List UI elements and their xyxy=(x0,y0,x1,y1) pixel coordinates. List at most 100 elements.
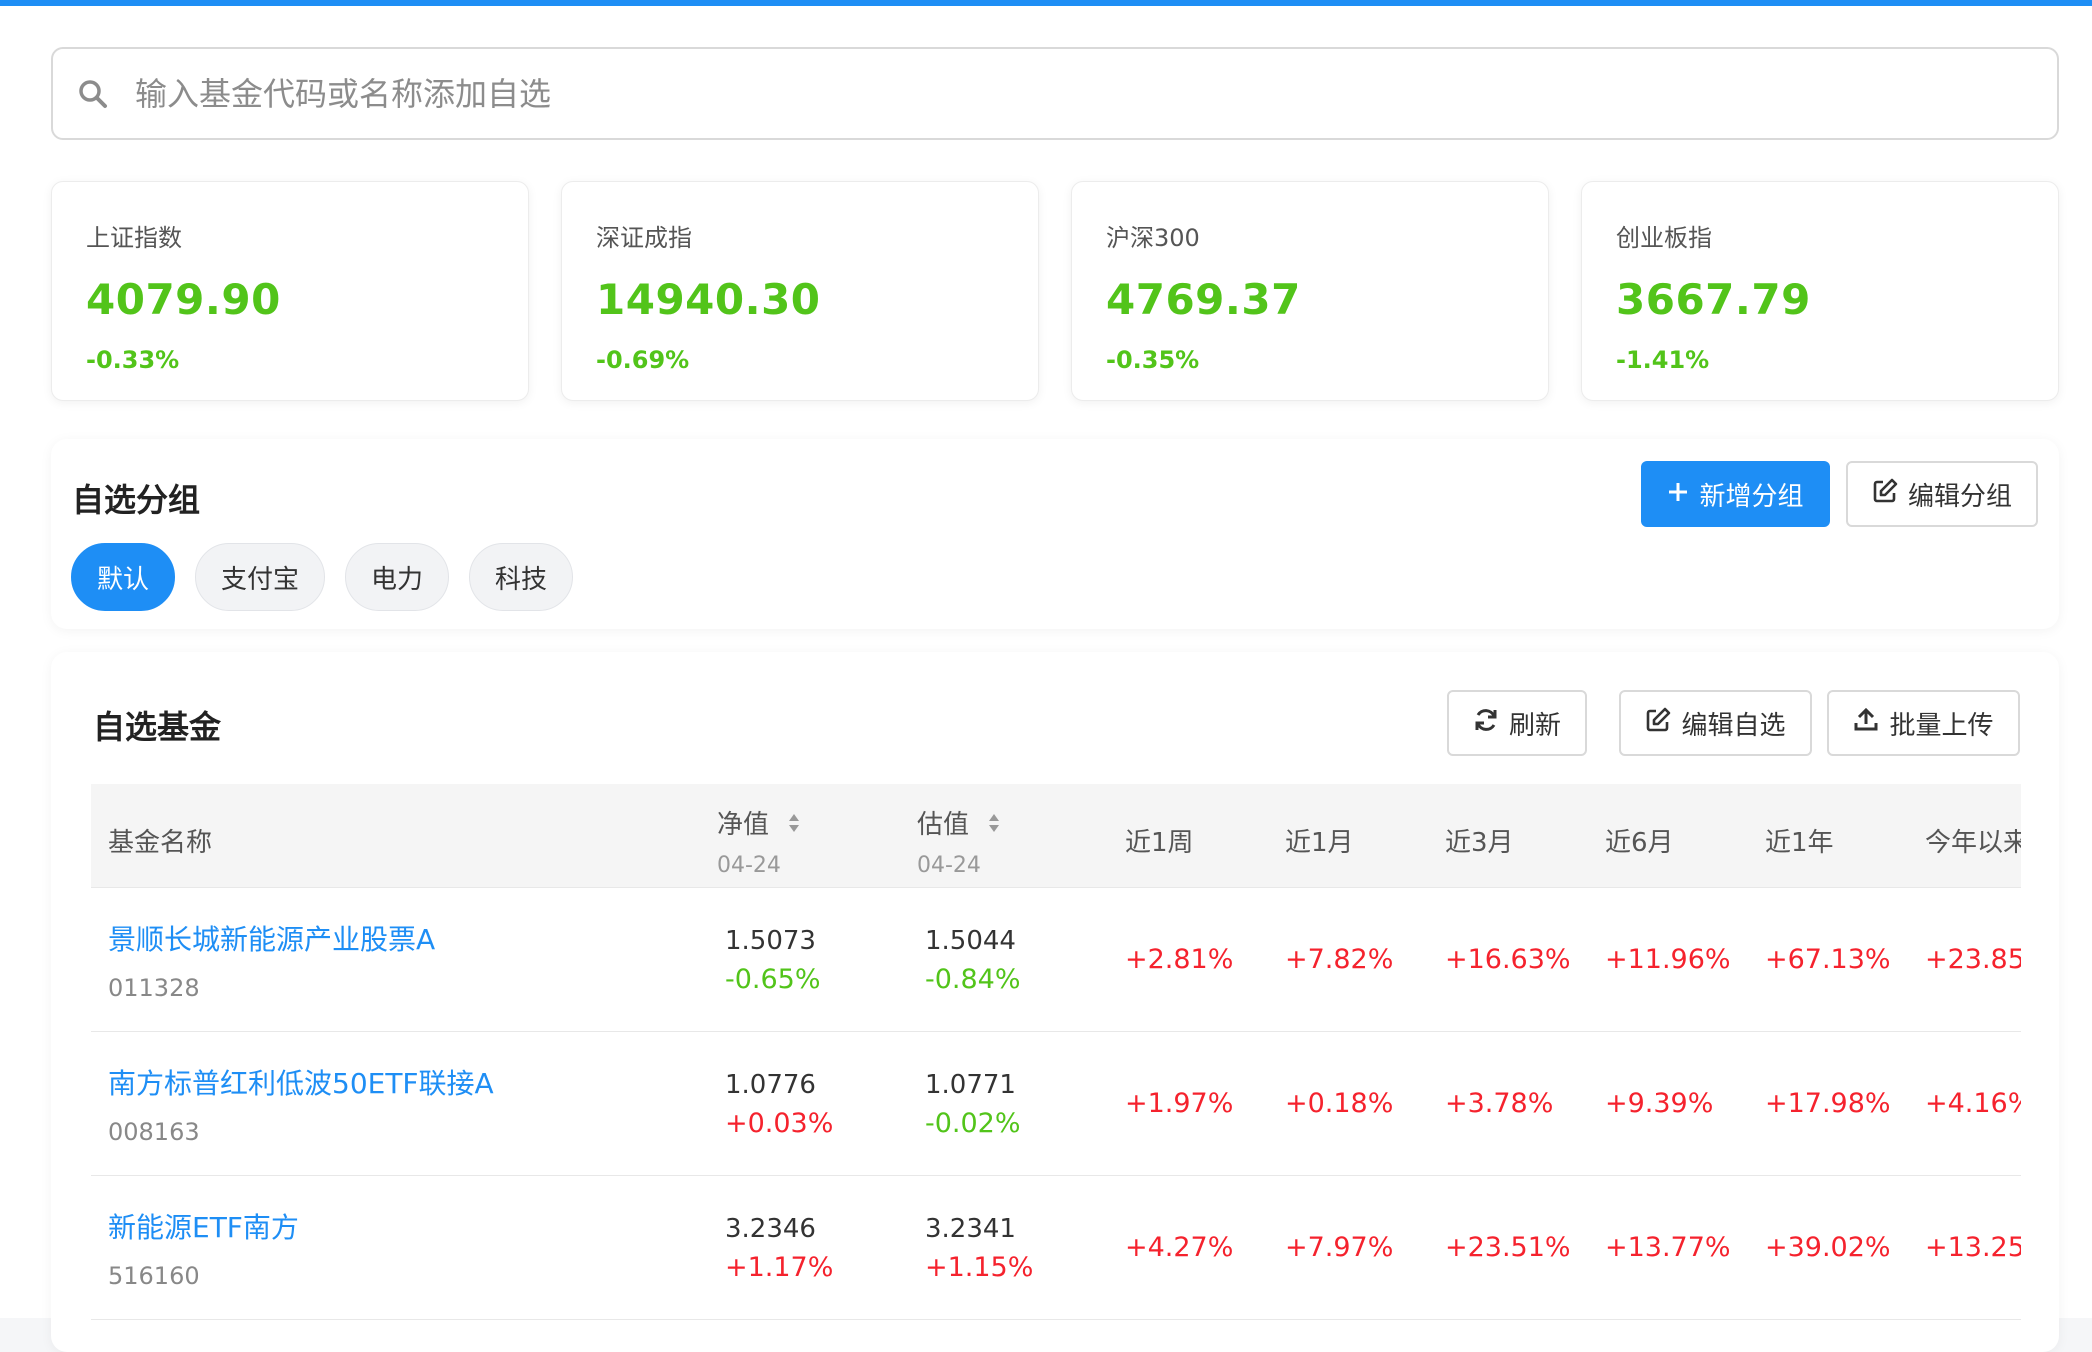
index-value: 14940.30 xyxy=(596,275,821,324)
col-1y: 近1年 xyxy=(1765,828,1834,858)
search-icon xyxy=(73,74,113,114)
fund-panel-title: 自选基金 xyxy=(93,708,222,746)
fund-table: 基金名称 净值 04-24 估值 04-24 近1周 近1月 近3月 近6月 近… xyxy=(91,784,2021,1344)
fund-name-link[interactable]: 南方标普红利低波50ETF联接A xyxy=(108,1062,494,1102)
edit-icon xyxy=(1645,707,1671,740)
perf-ytd: +13.25% xyxy=(1925,1232,2021,1263)
fund-panel: 自选基金 刷新 编辑自选 批量上传 基金名称 净值 04-24 估值 04-24… xyxy=(51,652,2059,1352)
search-box[interactable] xyxy=(51,47,2059,140)
estimate-value: 1.5044 xyxy=(925,926,1016,956)
col-1m: 近1月 xyxy=(1285,828,1354,858)
index-card-sh[interactable]: 上证指数 4079.90 -0.33% xyxy=(51,181,529,401)
nav-value: 3.2346 xyxy=(725,1214,816,1244)
perf-3m: +16.63% xyxy=(1445,944,1571,975)
perf-1y: +39.02% xyxy=(1765,1232,1891,1263)
perf-6m: +9.39% xyxy=(1605,1088,1714,1119)
sort-icon[interactable] xyxy=(787,811,801,841)
perf-1m: +7.82% xyxy=(1285,944,1394,975)
perf-1y: +17.98% xyxy=(1765,1088,1891,1119)
edit-favorites-label: 编辑自选 xyxy=(1681,709,1786,740)
estimate-value: 1.0771 xyxy=(925,1070,1016,1100)
group-chip-power[interactable]: 电力 xyxy=(345,543,449,611)
fund-name-link[interactable]: 景顺长城新能源产业股票A xyxy=(108,918,435,958)
add-group-label: 新增分组 xyxy=(1699,480,1804,511)
edit-group-button[interactable]: 编辑分组 xyxy=(1846,461,2038,527)
perf-1m: +7.97% xyxy=(1285,1232,1394,1263)
col-ytd: 今年以来 xyxy=(1925,828,2021,858)
perf-ytd: +4.16% xyxy=(1925,1088,2021,1119)
index-name: 深证成指 xyxy=(596,224,692,252)
add-group-button[interactable]: 新增分组 xyxy=(1641,461,1830,527)
index-change: -0.35% xyxy=(1106,346,1200,374)
col-fund-name: 基金名称 xyxy=(108,822,212,859)
plus-icon xyxy=(1667,479,1689,510)
col-estimate-date: 04-24 xyxy=(917,853,981,878)
estimate-change: -0.84% xyxy=(925,964,1021,995)
refresh-button[interactable]: 刷新 xyxy=(1447,690,1587,756)
refresh-icon xyxy=(1473,707,1499,740)
col-nav-date: 04-24 xyxy=(717,853,781,878)
col-3m: 近3月 xyxy=(1445,828,1514,858)
index-name: 沪深300 xyxy=(1106,224,1200,252)
search-input[interactable] xyxy=(135,74,2057,113)
col-estimate-label: 估值 xyxy=(917,810,970,840)
index-card-hs300[interactable]: 沪深300 4769.37 -0.35% xyxy=(1071,181,1549,401)
perf-3m: +3.78% xyxy=(1445,1088,1554,1119)
nav-value: 1.5073 xyxy=(725,926,816,956)
index-name: 创业板指 xyxy=(1616,224,1712,252)
batch-upload-label: 批量上传 xyxy=(1889,709,1994,740)
col-estimate[interactable]: 估值 04-24 xyxy=(917,804,1001,878)
perf-1m: +0.18% xyxy=(1285,1088,1394,1119)
index-name: 上证指数 xyxy=(86,224,182,252)
upload-icon xyxy=(1853,707,1879,740)
perf-6m: +11.96% xyxy=(1605,944,1731,975)
table-header: 基金名称 净值 04-24 估值 04-24 近1周 近1月 近3月 近6月 近… xyxy=(91,784,2021,888)
edit-favorites-button[interactable]: 编辑自选 xyxy=(1619,690,1812,756)
estimate-change: -0.02% xyxy=(925,1108,1021,1139)
index-change: -0.33% xyxy=(86,346,180,374)
batch-upload-button[interactable]: 批量上传 xyxy=(1827,690,2020,756)
table-row[interactable]: 南方标普红利低波50ETF联接A 008163 1.0776 +0.03% 1.… xyxy=(91,1032,2021,1176)
nav-change: +1.17% xyxy=(725,1252,834,1283)
perf-6m: +13.77% xyxy=(1605,1232,1731,1263)
fund-name-link[interactable]: 新能源ETF南方 xyxy=(108,1206,299,1246)
estimate-value: 3.2341 xyxy=(925,1214,1016,1244)
index-card-sz[interactable]: 深证成指 14940.30 -0.69% xyxy=(561,181,1039,401)
perf-1w: +1.97% xyxy=(1125,1088,1234,1119)
edit-icon xyxy=(1872,478,1898,511)
perf-1w: +4.27% xyxy=(1125,1232,1234,1263)
index-cards: 上证指数 4079.90 -0.33% 深证成指 14940.30 -0.69%… xyxy=(51,181,2059,401)
group-chip-alipay[interactable]: 支付宝 xyxy=(195,543,325,611)
index-change: -0.69% xyxy=(596,346,690,374)
fund-code: 008163 xyxy=(108,1118,200,1146)
estimate-change: +1.15% xyxy=(925,1252,1034,1283)
perf-ytd: +23.85% xyxy=(1925,944,2021,975)
nav-change: +0.03% xyxy=(725,1108,834,1139)
page: 上证指数 4079.90 -0.33% 深证成指 14940.30 -0.69%… xyxy=(0,6,2092,1352)
index-value: 4079.90 xyxy=(86,275,281,324)
col-nav-label: 净值 xyxy=(717,810,770,840)
group-panel-title: 自选分组 xyxy=(72,481,201,519)
refresh-label: 刷新 xyxy=(1508,709,1561,740)
col-nav[interactable]: 净值 04-24 xyxy=(717,804,801,878)
fund-code: 011328 xyxy=(108,974,200,1002)
table-row[interactable]: 新能源ETF南方 516160 3.2346 +1.17% 3.2341 +1.… xyxy=(91,1176,2021,1320)
group-chip-default[interactable]: 默认 xyxy=(71,543,175,611)
nav-value: 1.0776 xyxy=(725,1070,816,1100)
edit-group-label: 编辑分组 xyxy=(1907,480,2012,511)
group-chip-tech[interactable]: 科技 xyxy=(469,543,573,611)
col-6m: 近6月 xyxy=(1605,828,1674,858)
col-1w: 近1周 xyxy=(1125,828,1194,858)
table-row[interactable]: 景顺长城新能源产业股票A 011328 1.5073 -0.65% 1.5044… xyxy=(91,888,2021,1032)
index-change: -1.41% xyxy=(1616,346,1710,374)
index-value: 3667.79 xyxy=(1616,275,1811,324)
nav-change: -0.65% xyxy=(725,964,821,995)
perf-1y: +67.13% xyxy=(1765,944,1891,975)
col-fund-name-label: 基金名称 xyxy=(108,828,213,858)
perf-1w: +2.81% xyxy=(1125,944,1234,975)
fund-code: 516160 xyxy=(108,1262,200,1290)
index-card-cyb[interactable]: 创业板指 3667.79 -1.41% xyxy=(1581,181,2059,401)
sort-icon[interactable] xyxy=(987,811,1001,841)
perf-3m: +23.51% xyxy=(1445,1232,1571,1263)
index-value: 4769.37 xyxy=(1106,275,1301,324)
